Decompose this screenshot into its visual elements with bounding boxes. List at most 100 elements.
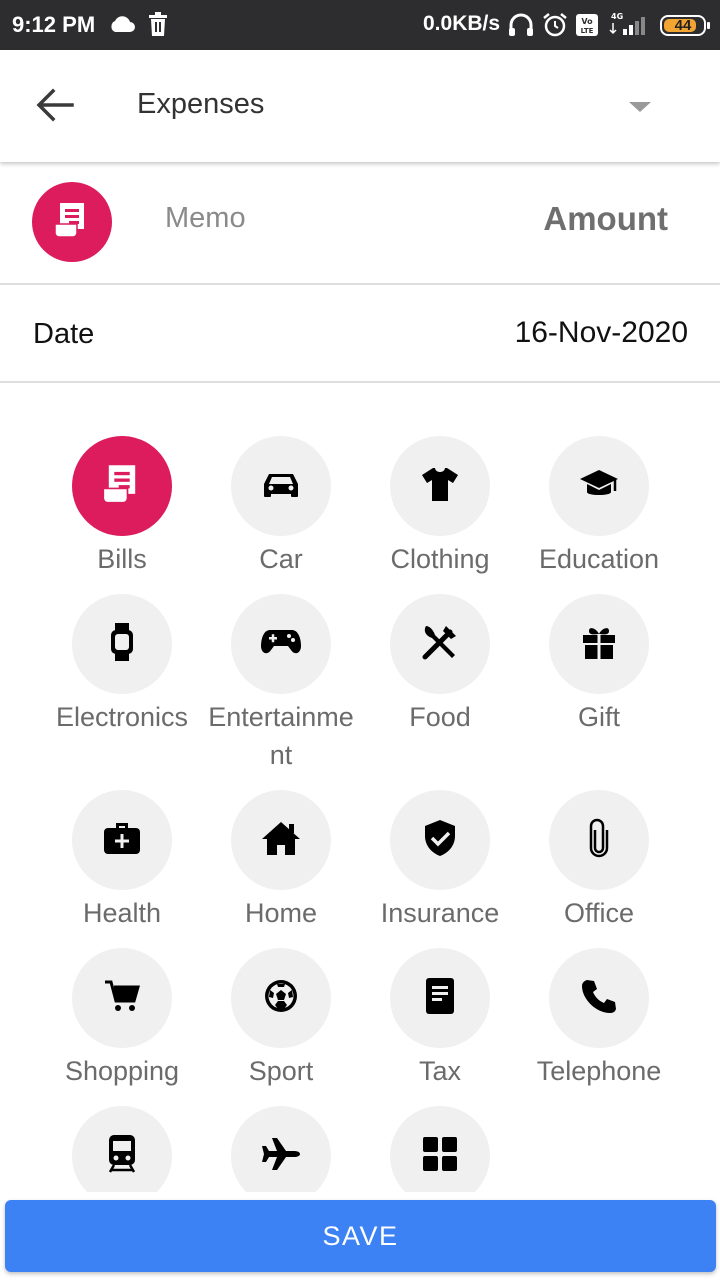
svg-text:4G: 4G: [611, 12, 623, 21]
category-office[interactable]: Office: [519, 790, 679, 932]
train-icon: [106, 1134, 138, 1179]
category-bills[interactable]: Bills: [42, 436, 202, 578]
category-circle[interactable]: [231, 948, 331, 1048]
gift-icon: [581, 624, 617, 665]
volte-icon: Vo LTE: [575, 13, 599, 42]
category-label: Insurance: [380, 898, 500, 928]
category-label: Tax: [418, 1056, 462, 1086]
svg-text:LTE: LTE: [581, 27, 594, 35]
category-circle[interactable]: [231, 436, 331, 536]
category-health[interactable]: Health: [42, 790, 202, 932]
car-icon: [261, 470, 301, 503]
battery-icon: 44: [660, 15, 710, 36]
paperclip-icon: [587, 818, 611, 863]
category-circle[interactable]: [390, 436, 490, 536]
type-dropdown[interactable]: [615, 90, 665, 124]
status-time: 9:12 PM: [12, 12, 96, 37]
category-circle[interactable]: [549, 594, 649, 694]
airplane-icon: [261, 1137, 301, 1176]
caret-down-icon: [629, 102, 651, 112]
headset-icon: [508, 13, 534, 42]
save-button[interactable]: SAVE: [5, 1200, 716, 1272]
graduation-cap-icon: [578, 467, 620, 506]
cloud-icon: [108, 13, 136, 40]
status-bar: 9:12 PM 0.0KB/s Vo LTE 4G 44: [0, 0, 720, 50]
battery-level: 44: [674, 17, 692, 34]
utensils-icon: [420, 622, 460, 667]
date-row[interactable]: Date 16-Nov-2020: [0, 285, 720, 383]
category-label: Sport: [248, 1056, 314, 1086]
gamepad-icon: [260, 627, 302, 662]
receipt-icon: [52, 200, 92, 245]
category-clothing[interactable]: Clothing: [360, 436, 520, 578]
category-label: Telephone: [536, 1056, 662, 1086]
category-home[interactable]: Home: [201, 790, 361, 932]
category-circle[interactable]: [231, 594, 331, 694]
category-circle[interactable]: [549, 948, 649, 1048]
category-label: Education: [538, 544, 660, 574]
category-circle[interactable]: [72, 948, 172, 1048]
category-car[interactable]: Car: [201, 436, 361, 578]
category-telephone[interactable]: Telephone: [519, 948, 679, 1090]
category-circle[interactable]: [549, 790, 649, 890]
smartwatch-icon: [108, 622, 136, 667]
category-gift[interactable]: Gift: [519, 594, 679, 736]
page-title: Expenses: [137, 88, 265, 120]
soccer-ball-icon: [263, 978, 299, 1019]
category-circle[interactable]: [231, 790, 331, 890]
memo-input[interactable]: Memo: [165, 202, 246, 235]
medkit-icon: [102, 820, 142, 861]
back-button[interactable]: [30, 82, 80, 132]
category-label: Shopping: [64, 1056, 180, 1086]
category-circle[interactable]: [390, 594, 490, 694]
memo-amount-row: Memo Amount: [0, 162, 720, 285]
category-label: Electronics: [55, 702, 189, 732]
receipt-icon: [100, 462, 144, 511]
category-circle[interactable]: [390, 948, 490, 1048]
category-label: Home: [244, 898, 318, 928]
svg-text:Vo: Vo: [581, 17, 593, 26]
signal-4g-icon: 4G: [607, 11, 651, 42]
category-travel[interactable]: [201, 1106, 361, 1192]
category-entertainment[interactable]: Entertainment: [201, 594, 361, 774]
category-food[interactable]: Food: [360, 594, 520, 736]
category-education[interactable]: Education: [519, 436, 679, 578]
app-bar: Expenses: [0, 50, 720, 162]
category-grid: Bills Car Clothing Education Electronics…: [0, 384, 720, 1192]
house-icon: [261, 820, 301, 861]
category-circle[interactable]: [549, 436, 649, 536]
shield-check-icon: [422, 818, 458, 863]
category-circle[interactable]: [72, 436, 172, 536]
category-circle[interactable]: [72, 594, 172, 694]
category-shopping[interactable]: Shopping: [42, 948, 202, 1090]
category-label: Car: [259, 544, 303, 574]
category-electronics[interactable]: Electronics: [42, 594, 202, 736]
date-label: Date: [33, 318, 95, 350]
amount-input[interactable]: Amount: [543, 200, 668, 238]
network-speed: 0.0KB/s: [423, 12, 501, 35]
alarm-icon: [542, 12, 568, 43]
category-label: Health: [82, 898, 162, 928]
document-icon: [425, 977, 455, 1020]
phone-icon: [581, 978, 617, 1019]
category-circle[interactable]: [390, 790, 490, 890]
category-transport[interactable]: [42, 1106, 202, 1192]
category-circle[interactable]: [72, 1106, 172, 1192]
category-icon-button[interactable]: [32, 182, 112, 262]
category-circle[interactable]: [72, 790, 172, 890]
category-tax[interactable]: Tax: [360, 948, 520, 1090]
tshirt-icon: [420, 466, 460, 507]
category-label: Clothing: [390, 544, 490, 574]
grid-icon: [422, 1136, 458, 1177]
category-label: Office: [563, 898, 635, 928]
date-value[interactable]: 16-Nov-2020: [515, 316, 688, 350]
category-label: Gift: [577, 702, 620, 732]
category-sport[interactable]: Sport: [201, 948, 361, 1090]
category-other[interactable]: [360, 1106, 520, 1192]
category-circle[interactable]: [390, 1106, 490, 1192]
category-label: Food: [409, 702, 471, 732]
category-insurance[interactable]: Insurance: [360, 790, 520, 932]
category-circle[interactable]: [231, 1106, 331, 1192]
trash-icon: [148, 12, 168, 41]
category-label: Entertainment: [208, 702, 354, 770]
